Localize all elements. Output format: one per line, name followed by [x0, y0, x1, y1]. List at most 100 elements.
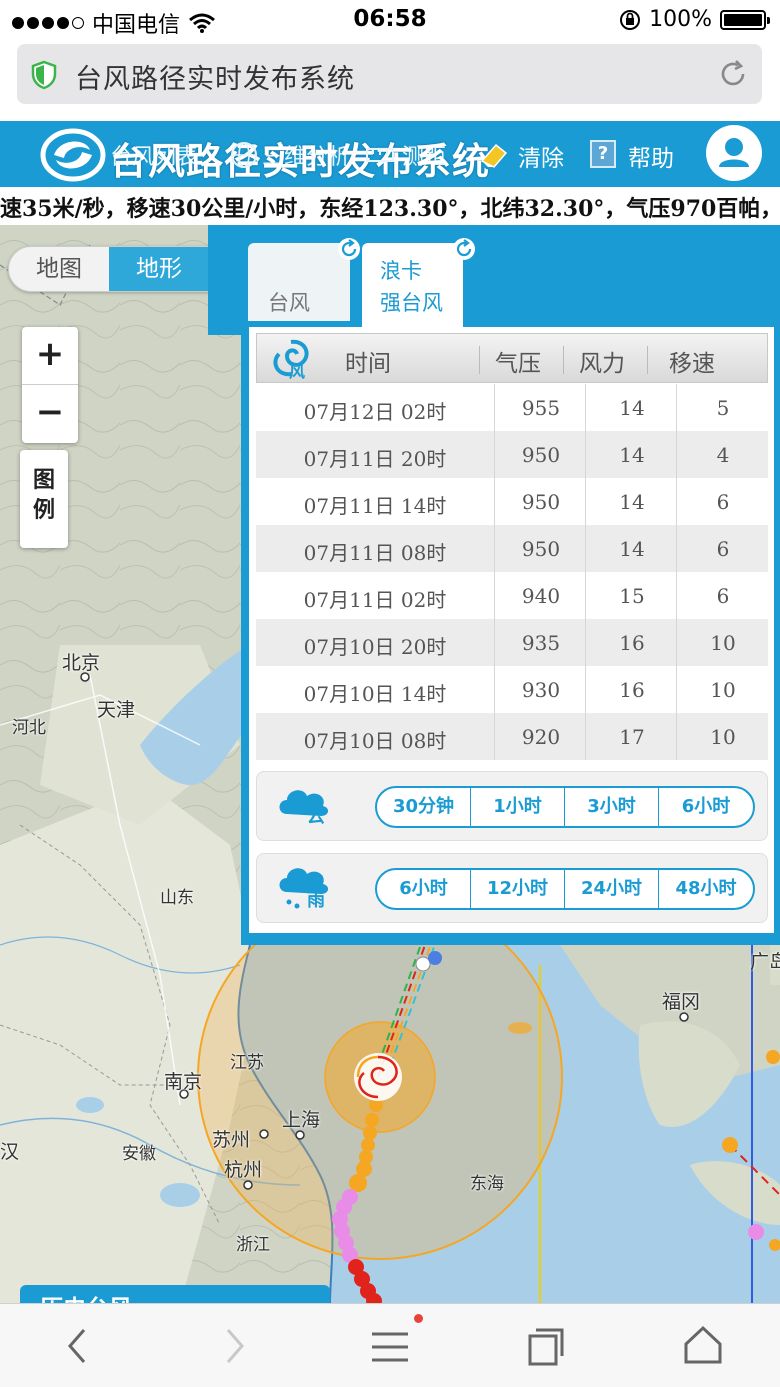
browser-toolbar: 台风路径实时发布系统	[0, 40, 780, 118]
typhoon-panel-body: 风 时间 气压 风力 移速 07月12日 02时 955 14 5 07月11日 20时…	[249, 327, 774, 933]
notification-dot	[414, 1314, 423, 1323]
typhoon-symbol-icon[interactable]	[354, 1053, 402, 1101]
label-fukuoka: 福冈	[662, 991, 701, 1013]
row-wind: 15	[619, 584, 645, 608]
tab-typhoon-label: 台风	[268, 291, 310, 315]
row-time: 07月11日 02时	[303, 588, 447, 612]
row-speed: 6	[716, 490, 730, 514]
reload-icon[interactable]	[718, 59, 748, 89]
row-time: 07月11日 08时	[303, 541, 447, 565]
row-pressure: 940	[521, 584, 561, 608]
analysis-link[interactable]: 三维分析	[262, 139, 350, 171]
track-table-rows: 07月12日 02时 955 14 5 07月11日 20时 950 14 4 07月11日 1…	[256, 384, 768, 760]
label-nanjing: 南京	[164, 1071, 203, 1093]
zoom-out-button[interactable]: −	[22, 385, 78, 443]
typhoon-list-link[interactable]: 台风列表	[110, 139, 198, 171]
rain-options: 6小时 12小时 24小时 48小时	[375, 868, 755, 910]
globe-icon[interactable]	[230, 141, 258, 169]
label-shandong: 山东	[160, 888, 194, 908]
back-icon[interactable]	[62, 1326, 92, 1366]
row-pressure: 950	[521, 443, 561, 467]
forward-icon[interactable]	[220, 1326, 250, 1366]
status-right: 100%	[619, 7, 770, 32]
cloud-option-3h[interactable]: 3小时	[565, 788, 659, 826]
cloud-label: 云	[307, 806, 325, 827]
rain-forecast-group: 雨 6小时 12小时 24小时 48小时	[256, 853, 768, 923]
label-tianjin: 天津	[97, 699, 136, 721]
row-pressure: 930	[521, 678, 561, 702]
row-wind: 14	[619, 490, 645, 514]
measure-link[interactable]: 测距	[402, 139, 446, 171]
col-pressure: 气压	[495, 351, 541, 377]
row-speed: 6	[716, 584, 730, 608]
row-pressure: 950	[521, 490, 561, 514]
row-speed: 5	[716, 396, 730, 420]
cloud-option-6h[interactable]: 6小时	[659, 788, 753, 826]
legend-button[interactable]: 图 例	[20, 450, 68, 548]
label-jiangsu: 江苏	[230, 1053, 264, 1073]
battery-icon	[720, 9, 770, 30]
clear-button[interactable]: 清除	[518, 139, 564, 173]
zoom-in-button[interactable]: +	[22, 327, 78, 385]
status-bar: 中国电信 06:58 100%	[0, 0, 780, 40]
row-speed: 10	[710, 631, 736, 655]
rain-option-6h[interactable]: 6小时	[377, 870, 471, 908]
rain-option-48h[interactable]: 48小时	[659, 870, 753, 908]
row-speed: 10	[710, 725, 736, 749]
row-time: 07月10日 20时	[303, 635, 447, 659]
table-row[interactable]: 07月11日 20时 950 14 4	[256, 431, 768, 478]
table-row[interactable]: 07月11日 14时 950 14 6	[256, 478, 768, 525]
table-row[interactable]: 07月11日 08时 950 14 6	[256, 525, 768, 572]
tab-typhoon-prapiroon[interactable]: 浪卡 强台风	[362, 243, 463, 333]
tab-typhoon[interactable]: 台风	[248, 243, 350, 321]
shield-icon	[31, 60, 57, 90]
home-icon[interactable]	[682, 1324, 724, 1366]
row-time: 07月10日 08时	[303, 729, 447, 753]
refresh-icon[interactable]	[337, 237, 361, 261]
row-speed: 6	[716, 537, 730, 561]
typhoon-panel: 风 时间 气压 风力 移速 07月12日 02时 955 14 5 07月11日 20时…	[241, 327, 780, 945]
user-icon	[719, 138, 749, 167]
track-table-header: 风 时间 气压 风力 移速	[256, 333, 768, 383]
user-avatar[interactable]	[706, 125, 762, 181]
table-row[interactable]: 07月10日 20时 935 16 10	[256, 619, 768, 666]
label-east-china-sea: 东海	[470, 1174, 504, 1194]
help-icon[interactable]: ?	[590, 140, 616, 168]
logo-icon	[40, 128, 106, 182]
typhoon-name: 浪卡	[380, 259, 422, 283]
marquee-text: 速35米/秒，移速30公里/小时，东经123.30°，北纬32.30°，气压97…	[0, 196, 780, 222]
table-row[interactable]: 07月10日 14时 930 16 10	[256, 666, 768, 713]
row-wind: 14	[619, 443, 645, 467]
address-bar[interactable]: 台风路径实时发布系统	[17, 44, 762, 104]
ruler-icon[interactable]	[365, 143, 395, 167]
label-hiroshima: 广岛	[750, 951, 780, 973]
row-time: 07月11日 20时	[303, 447, 447, 471]
eraser-icon[interactable]	[476, 139, 510, 171]
row-speed: 4	[716, 443, 730, 467]
rain-option-24h[interactable]: 24小时	[565, 870, 659, 908]
menu-icon[interactable]	[370, 1330, 410, 1364]
cloud-option-30min[interactable]: 30分钟	[377, 788, 471, 826]
legend-label-1: 图	[32, 468, 55, 493]
cloud-option-1h[interactable]: 1小时	[471, 788, 565, 826]
battery-percent: 100%	[649, 7, 712, 32]
table-row[interactable]: 07月12日 02时 955 14 5	[256, 384, 768, 431]
typhoon-info-marquee: 速35米/秒，移速30公里/小时，东经123.30°，北纬32.30°，气压97…	[0, 187, 780, 225]
row-time: 07月11日 14时	[303, 494, 447, 518]
map-type-terrain[interactable]: 地形	[109, 247, 209, 291]
zoom-control: + −	[22, 327, 78, 443]
map-type-map[interactable]: 地图	[9, 247, 109, 291]
row-speed: 10	[710, 678, 736, 702]
rain-option-12h[interactable]: 12小时	[471, 870, 565, 908]
label-hebei: 河北	[12, 718, 46, 738]
row-pressure: 935	[521, 631, 561, 655]
label-hangzhou: 杭州	[224, 1159, 263, 1181]
table-row[interactable]: 07月10日 08时 920 17 10	[256, 713, 768, 760]
row-wind: 16	[619, 678, 645, 702]
help-button[interactable]: 帮助	[628, 139, 674, 173]
tabs-icon[interactable]	[526, 1328, 566, 1368]
refresh-icon[interactable]	[452, 237, 476, 261]
site-header: 台风路径实时发布系统 台风列表 三维分析 测距 清除 ? 帮助	[0, 121, 780, 187]
table-row[interactable]: 07月11日 02时 940 15 6	[256, 572, 768, 619]
map-view[interactable]: 北京 天津 河北 山东 江苏 南京 上海 苏州 杭州 安徽 浙江 东海 福冈 广…	[0, 225, 780, 1305]
